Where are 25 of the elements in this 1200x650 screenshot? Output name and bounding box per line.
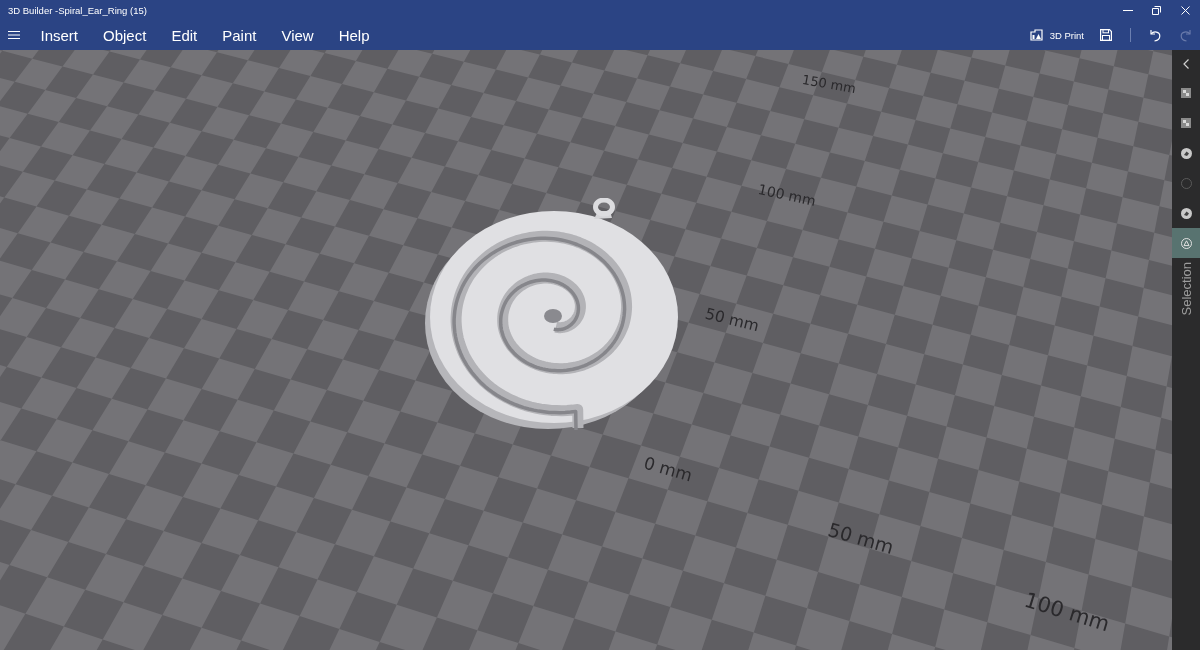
menu-item[interactable]: Object	[90, 20, 159, 50]
menu-item[interactable]: Paint	[209, 20, 269, 50]
ruler-label: 50 mm	[825, 518, 897, 558]
3d-print-button[interactable]: 3D Print	[1022, 20, 1091, 50]
circle-badge-icon	[1180, 207, 1192, 219]
chevron-left-icon	[1183, 59, 1189, 69]
ruler-label: 150 mm	[800, 71, 858, 97]
minimize-icon	[1122, 9, 1133, 11]
menu-item[interactable]: Help	[326, 20, 383, 50]
circle-badge-icon	[1180, 147, 1192, 159]
panel-title: Selection	[1178, 262, 1194, 316]
menu-item[interactable]: Insert	[28, 20, 91, 50]
menu-item[interactable]: View	[268, 20, 327, 50]
menu-icon	[8, 31, 20, 39]
ring-icon	[1180, 177, 1192, 189]
menu-item[interactable]: Edit	[158, 20, 210, 50]
ruler-label: 100 mm	[756, 181, 818, 209]
dotted-square-icon	[1181, 88, 1191, 98]
window-title: 3D Builder -Spiral_Ear_Ring (15)	[7, 4, 147, 16]
ruler-label: 100 mm	[1021, 587, 1113, 637]
close-icon	[1181, 5, 1190, 15]
ruler-label: 0 mm	[641, 452, 695, 486]
triangle-circle-icon	[1180, 237, 1192, 249]
restore-icon	[1152, 5, 1161, 15]
dotted-square-icon	[1181, 118, 1191, 128]
